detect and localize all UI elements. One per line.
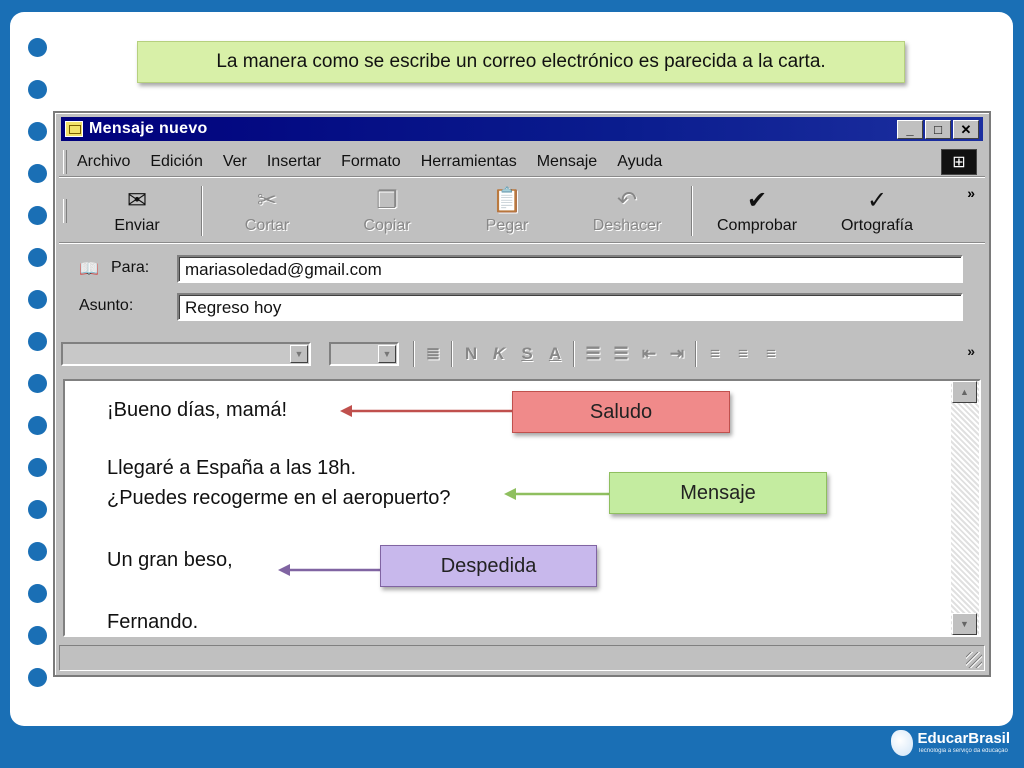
saludo-label: Saludo bbox=[512, 391, 730, 433]
logo-tagline: Tecnologia a serviço da educação bbox=[917, 748, 1008, 754]
globe-icon bbox=[891, 730, 914, 756]
despedida-label: Despedida bbox=[380, 545, 597, 587]
mensaje-label: Mensaje bbox=[609, 472, 827, 514]
annotation-arrows bbox=[278, 405, 609, 576]
greeting-arrowhead bbox=[340, 405, 352, 417]
closing-arrowhead bbox=[278, 564, 290, 576]
message-arrowhead bbox=[504, 488, 516, 500]
logo-name: EducarBrasil bbox=[917, 730, 1010, 747]
educarbrasil-logo: EducarBrasil Tecnologia a serviço da edu… bbox=[891, 730, 1010, 756]
